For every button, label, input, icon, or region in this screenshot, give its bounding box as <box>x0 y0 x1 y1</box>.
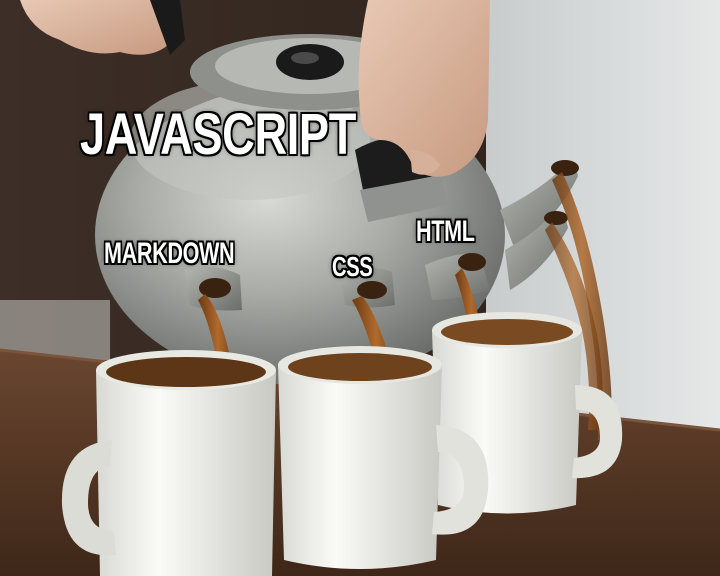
label-markdown: MARKDOWN <box>104 237 235 270</box>
label-javascript: JAVASCRIPT <box>80 102 356 167</box>
label-html: HTML <box>416 215 475 248</box>
label-css: CSS <box>332 251 373 282</box>
teapot-pouring-scene <box>0 0 720 576</box>
meme-image: JAVASCRIPT MARKDOWN CSS HTML <box>0 0 720 576</box>
